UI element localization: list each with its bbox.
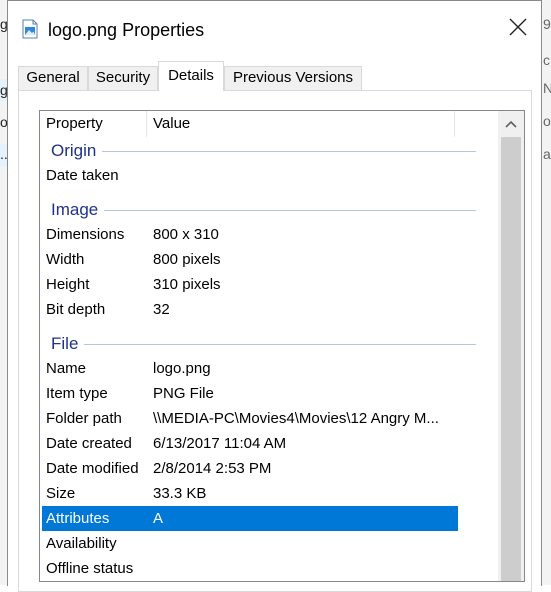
list-item[interactable]: Date modified 2/8/2014 2:53 PM <box>40 456 498 481</box>
property-value: logo.png <box>153 360 211 377</box>
column-divider[interactable] <box>454 111 455 137</box>
list-item[interactable]: Date created 6/13/2017 11:04 AM <box>40 431 498 456</box>
list-item[interactable]: Bit depth 32 <box>40 297 498 322</box>
list-item[interactable]: Offline status <box>40 556 498 581</box>
property-name: Bit depth <box>46 301 106 318</box>
list-item[interactable]: Size 33.3 KB <box>40 481 498 506</box>
property-name: Offline status <box>46 560 134 577</box>
property-value: 6/13/2017 11:04 AM <box>153 435 287 452</box>
group-header-origin[interactable]: Origin <box>40 139 498 163</box>
list-item[interactable]: Name logo.png <box>40 356 498 381</box>
list-item[interactable]: Dimensions 800 x 310 <box>40 222 498 247</box>
list-item-selected[interactable]: Attributes A <box>42 506 458 531</box>
chevron-up-icon <box>505 115 517 133</box>
property-name: Availability <box>46 535 117 552</box>
property-value: 33.3 KB <box>153 485 207 502</box>
property-value: 2/8/2014 2:53 PM <box>153 460 272 477</box>
property-name: Item type <box>46 385 108 402</box>
property-value: 800 pixels <box>153 251 221 268</box>
details-panel: Property Value Origin Date taken Image D… <box>18 90 532 592</box>
property-value: \\MEDIA-PC\Movies4\Movies\12 Angry M... <box>153 410 439 427</box>
property-name: Dimensions <box>46 226 125 243</box>
list-item[interactable]: Availability <box>40 531 498 556</box>
group-header-file[interactable]: File <box>40 332 498 356</box>
group-label: Image <box>51 198 105 222</box>
list-item[interactable]: Folder path \\MEDIA-PC\Movies4\Movies\12… <box>40 406 498 431</box>
group-separator-line <box>100 210 476 211</box>
close-button[interactable] <box>495 9 541 49</box>
property-name: Name <box>46 360 87 377</box>
column-header-property[interactable]: Property <box>40 111 146 139</box>
background-text-fragment: N <box>543 80 551 96</box>
property-value: PNG File <box>153 385 214 402</box>
property-name: Height <box>46 276 90 293</box>
scroll-up-button[interactable] <box>498 111 524 137</box>
background-window-right-edge: 9 c N o a <box>541 0 551 585</box>
property-value: A <box>153 510 164 527</box>
property-name: Date created <box>46 435 132 452</box>
tab-general[interactable]: General <box>18 66 88 90</box>
group-label: File <box>51 332 85 356</box>
background-window-left-edge: g g o ... <box>0 0 12 585</box>
property-name: Attributes <box>46 510 110 527</box>
property-name: Date modified <box>46 460 139 477</box>
property-value: 310 pixels <box>153 276 221 293</box>
background-text-fragment: 9 <box>543 16 551 32</box>
property-name: Size <box>46 485 76 502</box>
list-item[interactable]: Item type PNG File <box>40 381 498 406</box>
window-title: logo.png Properties <box>48 20 205 40</box>
property-value: 800 x 310 <box>153 226 219 243</box>
list-item[interactable]: Width 800 pixels <box>40 247 498 272</box>
group-separator-line <box>100 151 476 152</box>
group-header-image[interactable]: Image <box>40 198 498 222</box>
group-separator-line <box>82 344 476 345</box>
vertical-scrollbar[interactable] <box>498 111 524 581</box>
background-text-fragment: a <box>543 146 551 162</box>
column-header-value[interactable]: Value <box>147 111 454 139</box>
list-header: Property Value <box>40 111 498 139</box>
property-name: Date taken <box>46 167 119 184</box>
scroll-thumb[interactable] <box>501 137 521 581</box>
list-item[interactable]: Date taken <box>40 163 498 188</box>
title-bar[interactable]: logo.png Properties <box>8 1 541 57</box>
tab-previous-versions[interactable]: Previous Versions <box>224 66 362 90</box>
property-name: Width <box>46 251 85 268</box>
close-icon <box>509 18 527 41</box>
properties-list[interactable]: Property Value Origin Date taken Image D… <box>39 110 525 582</box>
properties-dialog: logo.png Properties General Security Det… <box>7 0 542 592</box>
image-file-icon <box>22 19 38 39</box>
tab-security[interactable]: Security <box>88 66 158 90</box>
list-item[interactable]: Height 310 pixels <box>40 272 498 297</box>
property-name: Folder path <box>46 410 122 427</box>
tab-details[interactable]: Details <box>158 61 224 91</box>
background-text-fragment: o <box>543 113 551 129</box>
background-text-fragment: c <box>543 52 550 68</box>
group-label: Origin <box>51 139 103 163</box>
property-value: 32 <box>153 301 170 318</box>
